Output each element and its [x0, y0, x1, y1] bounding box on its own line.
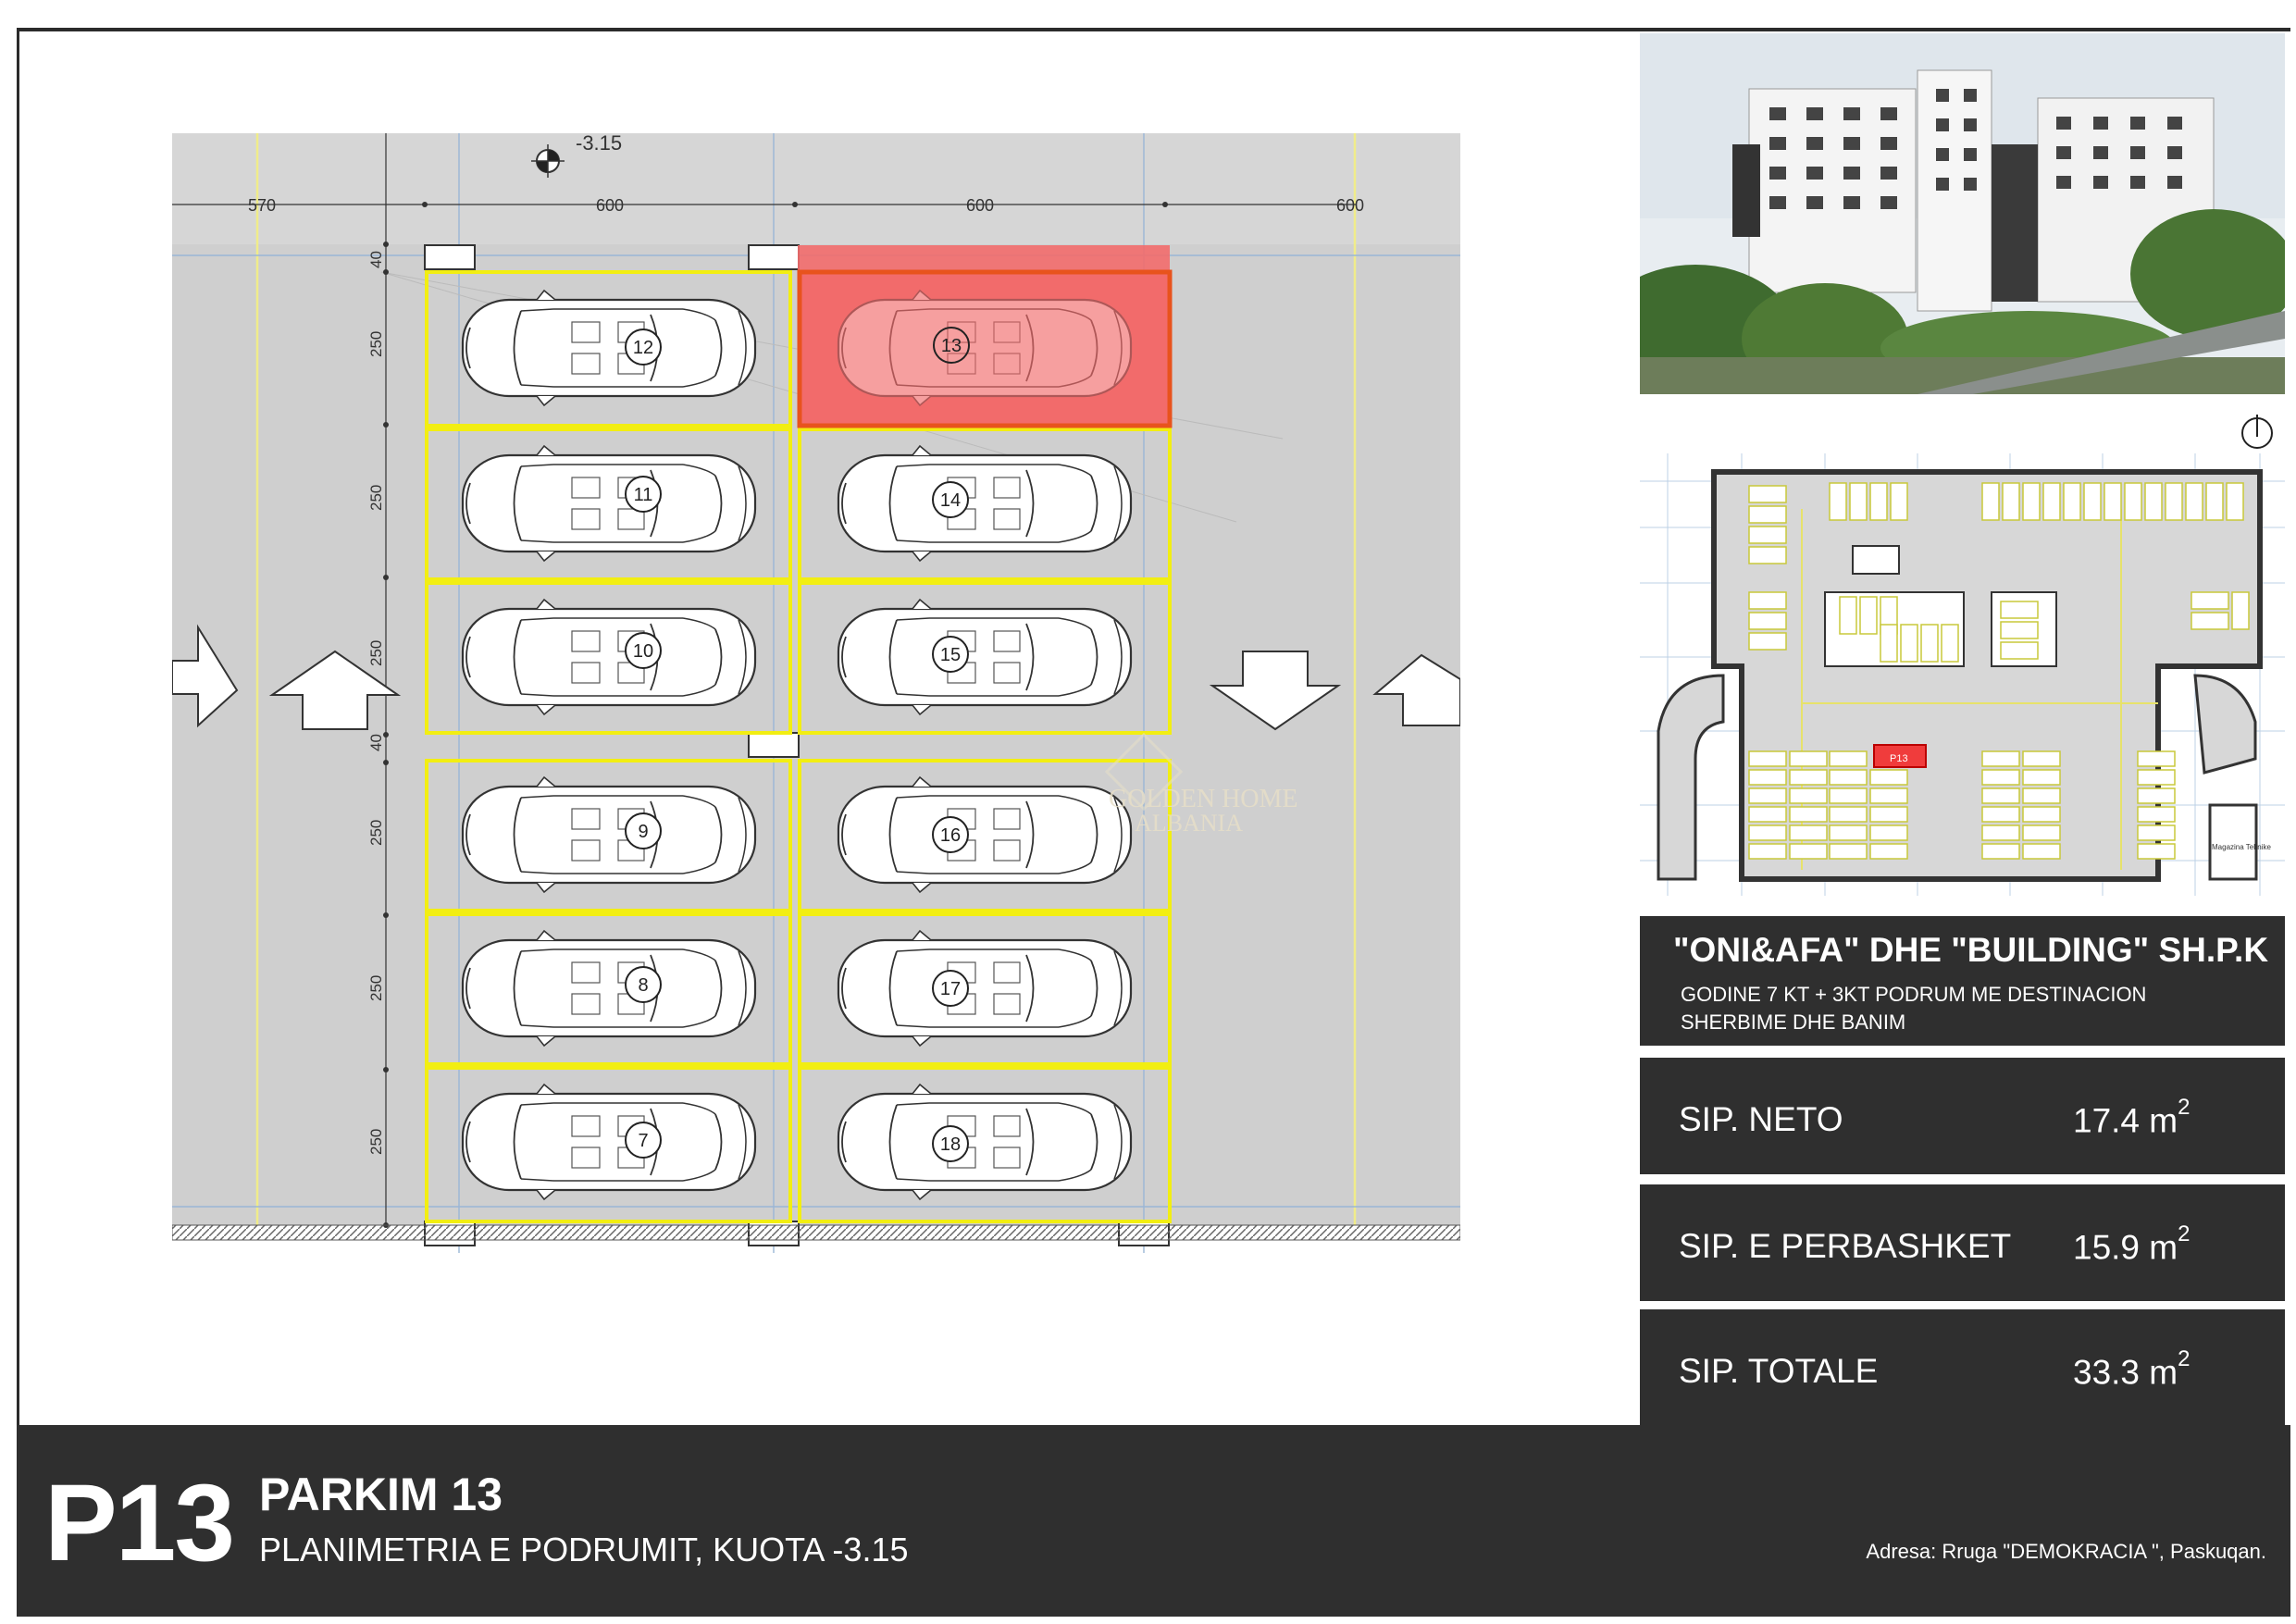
dim-left-3: 250 [367, 485, 385, 511]
building-render-image [1640, 33, 2285, 394]
stat-value: 17.4 m2 [2073, 1095, 2191, 1140]
spot-number-highlighted: 13 [941, 336, 962, 356]
spot-number: 18 [940, 1134, 961, 1155]
dim-top-1: 570 [248, 196, 276, 215]
wall [172, 1224, 1460, 1241]
car-icon [837, 929, 1133, 1048]
spot-number: 12 [633, 338, 653, 358]
plan-subtitle: PLANIMETRIA E PODRUMIT, KUOTA -3.15 [259, 1531, 909, 1568]
car-icon [837, 289, 1133, 407]
dim-top-4: 600 [1336, 196, 1364, 215]
minimap-spot-label: P13 [1890, 753, 1908, 764]
project-description: GODINE 7 KT + 3KT PODRUM ME DESTINACION … [1681, 983, 2147, 1034]
spot-number: 15 [940, 645, 961, 665]
top-border [17, 28, 2290, 31]
spot-number: 8 [638, 975, 648, 996]
parking-floor-plan: 570 600 600 600 -3.15 40 250 250 250 40 … [172, 133, 1460, 1253]
stat-label: SIP. TOTALE [1679, 1352, 1879, 1390]
stat-label: SIP. NETO [1679, 1100, 1843, 1138]
stat-value: 15.9 m2 [2073, 1221, 2191, 1267]
car-icon [461, 1083, 757, 1201]
car-icon [837, 1083, 1133, 1201]
north-arrow-icon [2241, 415, 2273, 449]
basement-overview-map: P13 Magazina Teknike [1640, 453, 2285, 896]
dim-left-4: 250 [367, 640, 385, 666]
spot-number: 16 [940, 825, 961, 846]
address: Adresa: Rruga "DEMOKRACIA ", Paskuqan. [1866, 1540, 2266, 1563]
watermark-text: ALBANIA [1135, 810, 1243, 837]
car-icon [461, 289, 757, 407]
pillar [748, 244, 800, 270]
car-icon [837, 598, 1133, 716]
dim-left-5: 40 [367, 734, 385, 751]
level-marker-label: -3.15 [576, 133, 622, 155]
car-icon [461, 444, 757, 563]
stat-label: SIP. E PERBASHKET [1679, 1227, 2012, 1265]
dim-left-6: 250 [367, 820, 385, 846]
spot-number: 11 [634, 485, 653, 505]
dim-left-1: 40 [367, 251, 385, 268]
stat-net-area: SIP. NETO 17.4 m2 [1640, 1058, 2285, 1174]
stat-common-area: SIP. E PERBASHKET 15.9 m2 [1640, 1184, 2285, 1301]
dim-left-7: 250 [367, 975, 385, 1001]
car-icon [461, 929, 757, 1048]
spot-number: 14 [940, 490, 961, 511]
car-icon [837, 775, 1133, 894]
dim-left-2: 250 [367, 331, 385, 357]
spot-number: 7 [638, 1131, 648, 1151]
pillar [424, 244, 476, 270]
stat-total-area: SIP. TOTALE 33.3 m2 [1640, 1309, 2285, 1426]
spot-number: 10 [633, 641, 653, 662]
spot-number: 17 [940, 979, 961, 999]
car-icon [461, 598, 757, 716]
car-icon [461, 775, 757, 894]
minimap-room-label: Magazina Teknike [2212, 843, 2271, 851]
dim-left-8: 250 [367, 1129, 385, 1155]
spot-number: 9 [638, 822, 648, 842]
highlight-strip [798, 245, 1170, 273]
stat-value: 33.3 m2 [2073, 1346, 2191, 1392]
pillar [748, 732, 800, 758]
parking-code: P13 [44, 1462, 235, 1584]
footer-bar: P13 PARKIM 13 PLANIMETRIA E PODRUMIT, KU… [17, 1425, 2290, 1617]
dim-top-2: 600 [596, 196, 624, 215]
dim-top-3: 600 [966, 196, 994, 215]
floor-top-strip [172, 133, 1460, 244]
parking-title: PARKIM 13 [259, 1469, 503, 1520]
left-border [17, 28, 19, 1425]
car-icon [837, 444, 1133, 563]
company-panel: "ONI&AFA" DHE "BUILDING" SH.P.K GODINE 7… [1640, 916, 2285, 1046]
company-name: "ONI&AFA" DHE "BUILDING" SH.P.K [1673, 931, 2269, 969]
